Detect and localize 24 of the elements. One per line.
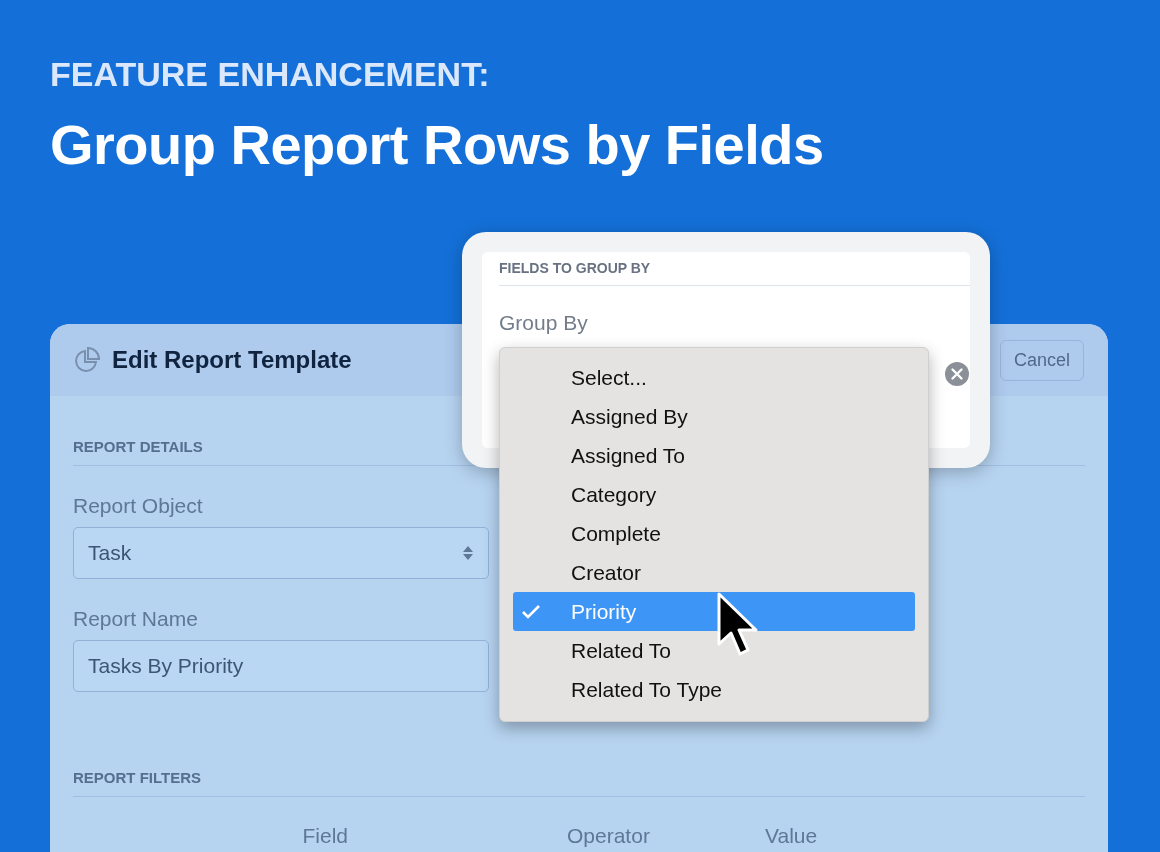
menu-option[interactable]: Category [513,475,915,514]
section-heading: REPORT FILTERS [73,769,1085,797]
text-field[interactable]: Tasks By Priority [73,640,489,692]
column-header: Field [302,824,348,848]
dialog-title: Edit Report Template [112,346,353,374]
menu-option[interactable]: Assigned By [513,397,915,436]
menu-option[interactable]: Related To [513,631,915,670]
menu-option[interactable]: Related To Type [513,670,915,709]
column-header: Operator [567,824,650,848]
field-label: Report Name [73,607,198,631]
sort-arrows-icon [462,545,474,561]
pie-chart-icon [74,347,100,373]
select-field[interactable]: Task [73,527,489,579]
field-label: Report Object [73,494,203,518]
banner-kicker: FEATURE ENHANCEMENT: [50,55,491,94]
column-header: Value [765,824,818,848]
banner-title: Group Report Rows by Fields [50,112,825,177]
clear-icon[interactable] [945,362,969,386]
menu-option[interactable]: Select... [513,358,915,397]
menu-option[interactable]: Creator [513,553,915,592]
menu-option[interactable]: Complete [513,514,915,553]
checkmark-icon [521,604,541,620]
section-heading: FIELDS TO GROUP BY [499,260,970,286]
field-label: Group By [499,311,588,335]
